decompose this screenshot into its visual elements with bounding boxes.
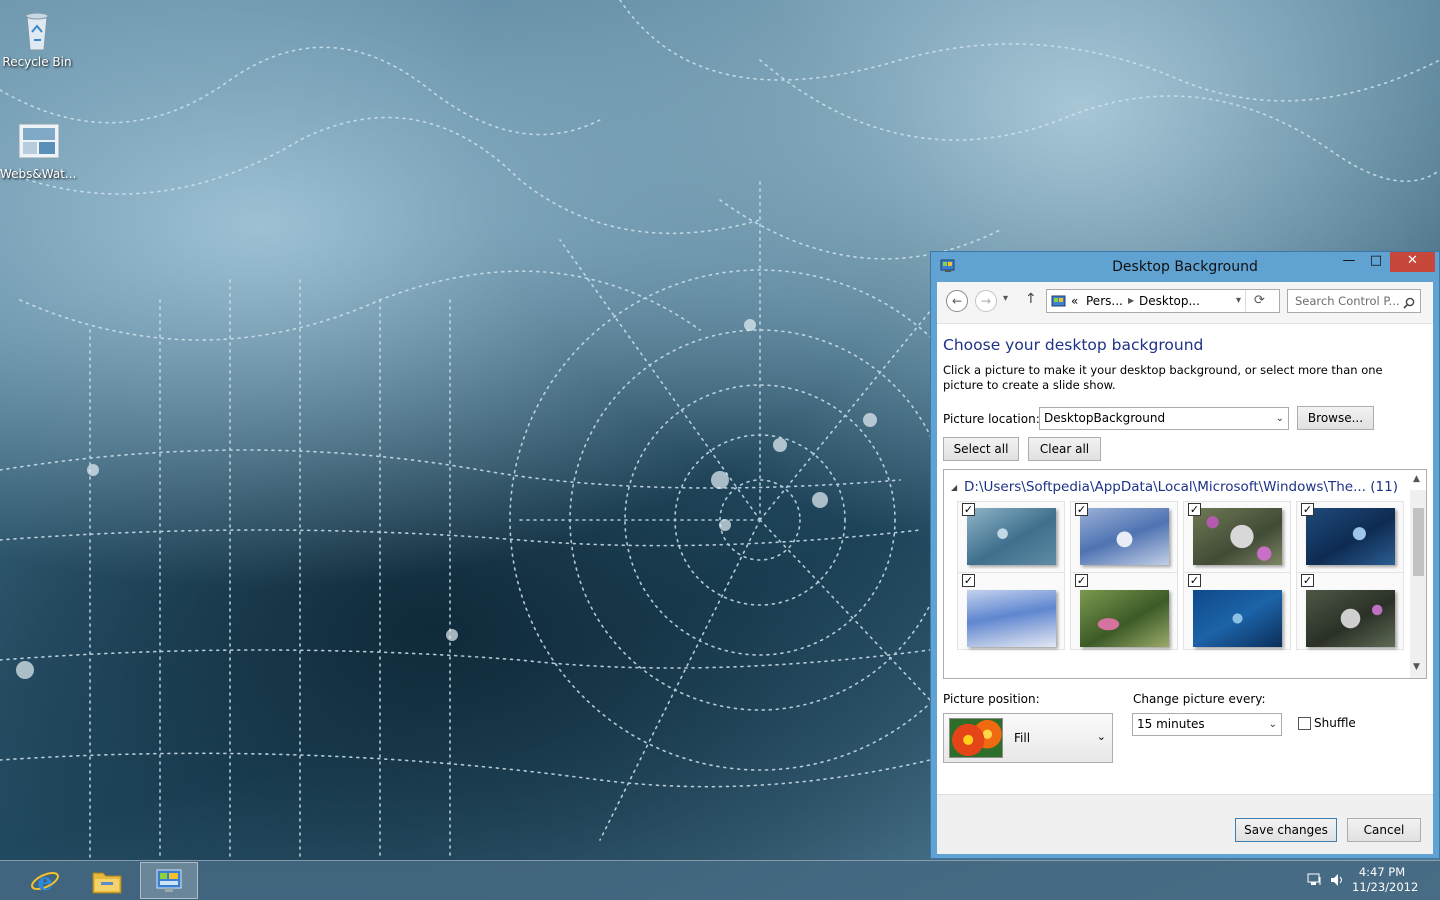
desktop-background-window: Desktop Background — □ ✕ ← → ▾ ↑ « Pers.… xyxy=(930,251,1440,859)
volume-icon[interactable] xyxy=(1330,873,1346,887)
clock[interactable]: 4:47 PM 11/23/2012 xyxy=(1352,865,1419,895)
thumbnail-checkbox[interactable]: ✓ xyxy=(1301,503,1314,516)
thumbnail-checkbox[interactable]: ✓ xyxy=(962,503,975,516)
breadcrumb-chevron-icon: ▶ xyxy=(1128,296,1135,305)
address-dropdown-icon[interactable]: ▾ xyxy=(1236,290,1241,312)
forward-button[interactable]: → xyxy=(975,290,997,312)
back-button[interactable]: ← xyxy=(946,290,968,312)
clock-date: 11/23/2012 xyxy=(1352,880,1419,894)
dialog-footer: Save changes Cancel xyxy=(937,794,1433,854)
picture-position-value: Fill xyxy=(1014,731,1031,745)
clear-all-button[interactable]: Clear all xyxy=(1028,437,1101,461)
thumbnail-tile[interactable]: ✓ xyxy=(1296,572,1404,650)
thumbnail-image xyxy=(967,508,1056,565)
thumbnail-checkbox[interactable]: ✓ xyxy=(962,574,975,587)
up-button[interactable]: ↑ xyxy=(1025,291,1037,307)
thumbnail-image xyxy=(1080,590,1169,647)
minimize-button[interactable]: — xyxy=(1335,252,1363,272)
taskbar: e 4:47 PM 11/23/2012 xyxy=(0,860,1440,900)
svg-text:e: e xyxy=(37,867,52,896)
thumbnail-checkbox[interactable]: ✓ xyxy=(1075,574,1088,587)
cancel-button[interactable]: Cancel xyxy=(1347,818,1421,842)
collapse-group-icon[interactable]: ◢ xyxy=(951,483,957,492)
refresh-button[interactable]: ⟳ xyxy=(1254,290,1265,312)
address-divider xyxy=(1245,290,1246,312)
thumbnail-tile[interactable]: ✓ xyxy=(1070,572,1178,650)
position-preview-image xyxy=(949,718,1003,758)
picture-location-select[interactable]: DesktopBackground ⌄ xyxy=(1039,407,1289,430)
thumbnail-tile[interactable]: ✓ xyxy=(1070,501,1178,573)
thumbnail-checkbox[interactable]: ✓ xyxy=(1075,503,1088,516)
thumbnail-image xyxy=(1080,508,1169,565)
browse-button[interactable]: Browse... xyxy=(1297,406,1374,430)
save-changes-button[interactable]: Save changes xyxy=(1235,818,1337,842)
shuffle-checkbox[interactable] xyxy=(1298,717,1311,730)
thumbnail-image xyxy=(1306,590,1395,647)
change-interval-value: 15 minutes xyxy=(1137,717,1205,731)
search-icon[interactable] xyxy=(1403,294,1415,309)
thumbnail-image xyxy=(1193,590,1282,647)
breadcrumb-personalization[interactable]: Pers... xyxy=(1086,290,1123,312)
taskbar-internet-explorer[interactable]: e xyxy=(16,862,74,899)
taskbar-control-panel[interactable] xyxy=(140,862,198,899)
theme-file-icon xyxy=(17,120,60,164)
page-description: Click a picture to make it your desktop … xyxy=(943,363,1383,392)
desktop-icon-recycle-bin[interactable]: Recycle Bin xyxy=(0,8,74,69)
navigation-bar: ← → ▾ ↑ « Pers... ▶ Desktop... ▾ ⟳ Searc… xyxy=(937,282,1433,324)
thumbnail-image xyxy=(1193,508,1282,565)
recycle-bin-icon xyxy=(17,8,57,52)
chevron-down-icon: ⌄ xyxy=(1275,413,1284,424)
picture-location-label: Picture location: xyxy=(943,412,1040,426)
breadcrumb-overflow[interactable]: « xyxy=(1071,290,1078,312)
chevron-down-icon: ⌄ xyxy=(1096,730,1106,743)
thumbnail-tile[interactable]: ✓ xyxy=(1183,572,1291,650)
thumbnail-tile[interactable]: ✓ xyxy=(1296,501,1404,573)
page-heading: Choose your desktop background xyxy=(943,336,1204,354)
scrollbar-thumb[interactable] xyxy=(1413,508,1424,576)
thumbnail-tile[interactable]: ✓ xyxy=(957,572,1065,650)
internet-explorer-icon: e xyxy=(30,866,60,896)
thumbnail-tile[interactable]: ✓ xyxy=(1183,501,1291,573)
shuffle-label[interactable]: Shuffle xyxy=(1314,716,1356,730)
control-panel-address-icon xyxy=(1051,294,1067,308)
picture-position-label: Picture position: xyxy=(943,692,1040,706)
network-icon[interactable] xyxy=(1307,873,1323,887)
close-button[interactable]: ✕ xyxy=(1390,252,1435,272)
thumbnail-checkbox[interactable]: ✓ xyxy=(1188,574,1201,587)
thumbnail-image xyxy=(1306,508,1395,565)
desktop-icon-webs-theme[interactable]: Webs&Wat... xyxy=(0,120,77,181)
webs-theme-label: Webs&Wat... xyxy=(0,167,77,181)
window-client: ← → ▾ ↑ « Pers... ▶ Desktop... ▾ ⟳ Searc… xyxy=(937,282,1433,854)
thumbnail-tile[interactable]: ✓ xyxy=(957,501,1065,573)
thumbnail-checkbox[interactable]: ✓ xyxy=(1188,503,1201,516)
search-input[interactable]: Search Control P... xyxy=(1295,294,1400,308)
search-box[interactable]: Search Control P... xyxy=(1287,289,1421,313)
breadcrumb-desktop-background[interactable]: Desktop... xyxy=(1139,290,1200,312)
picture-gallery: ◢ D:\Users\Softpedia\AppData\Local\Micro… xyxy=(943,469,1427,679)
select-all-button[interactable]: Select all xyxy=(943,437,1019,461)
picture-location-value: DesktopBackground xyxy=(1044,411,1166,425)
chevron-down-icon: ⌄ xyxy=(1268,719,1277,730)
file-explorer-icon xyxy=(91,867,123,895)
address-bar[interactable]: « Pers... ▶ Desktop... ▾ ⟳ xyxy=(1046,289,1280,313)
thumbnail-checkbox[interactable]: ✓ xyxy=(1301,574,1314,587)
control-panel-icon xyxy=(154,867,184,895)
clock-time: 4:47 PM xyxy=(1358,865,1406,879)
picture-position-select[interactable]: Fill ⌄ xyxy=(943,713,1113,763)
thumbnail-image xyxy=(967,590,1056,647)
change-picture-label: Change picture every: xyxy=(1133,692,1266,706)
taskbar-file-explorer[interactable] xyxy=(78,862,136,899)
maximize-button[interactable]: □ xyxy=(1363,252,1389,272)
change-interval-select[interactable]: 15 minutes ⌄ xyxy=(1132,713,1282,736)
title-bar[interactable]: Desktop Background — □ ✕ xyxy=(931,252,1439,282)
recent-pages-dropdown-icon[interactable]: ▾ xyxy=(1003,293,1008,304)
scroll-down-icon[interactable]: ▼ xyxy=(1413,662,1420,672)
folder-group-header[interactable]: D:\Users\Softpedia\AppData\Local\Microso… xyxy=(964,479,1398,495)
recycle-bin-label: Recycle Bin xyxy=(2,55,72,69)
scroll-up-icon[interactable]: ▲ xyxy=(1413,474,1420,484)
